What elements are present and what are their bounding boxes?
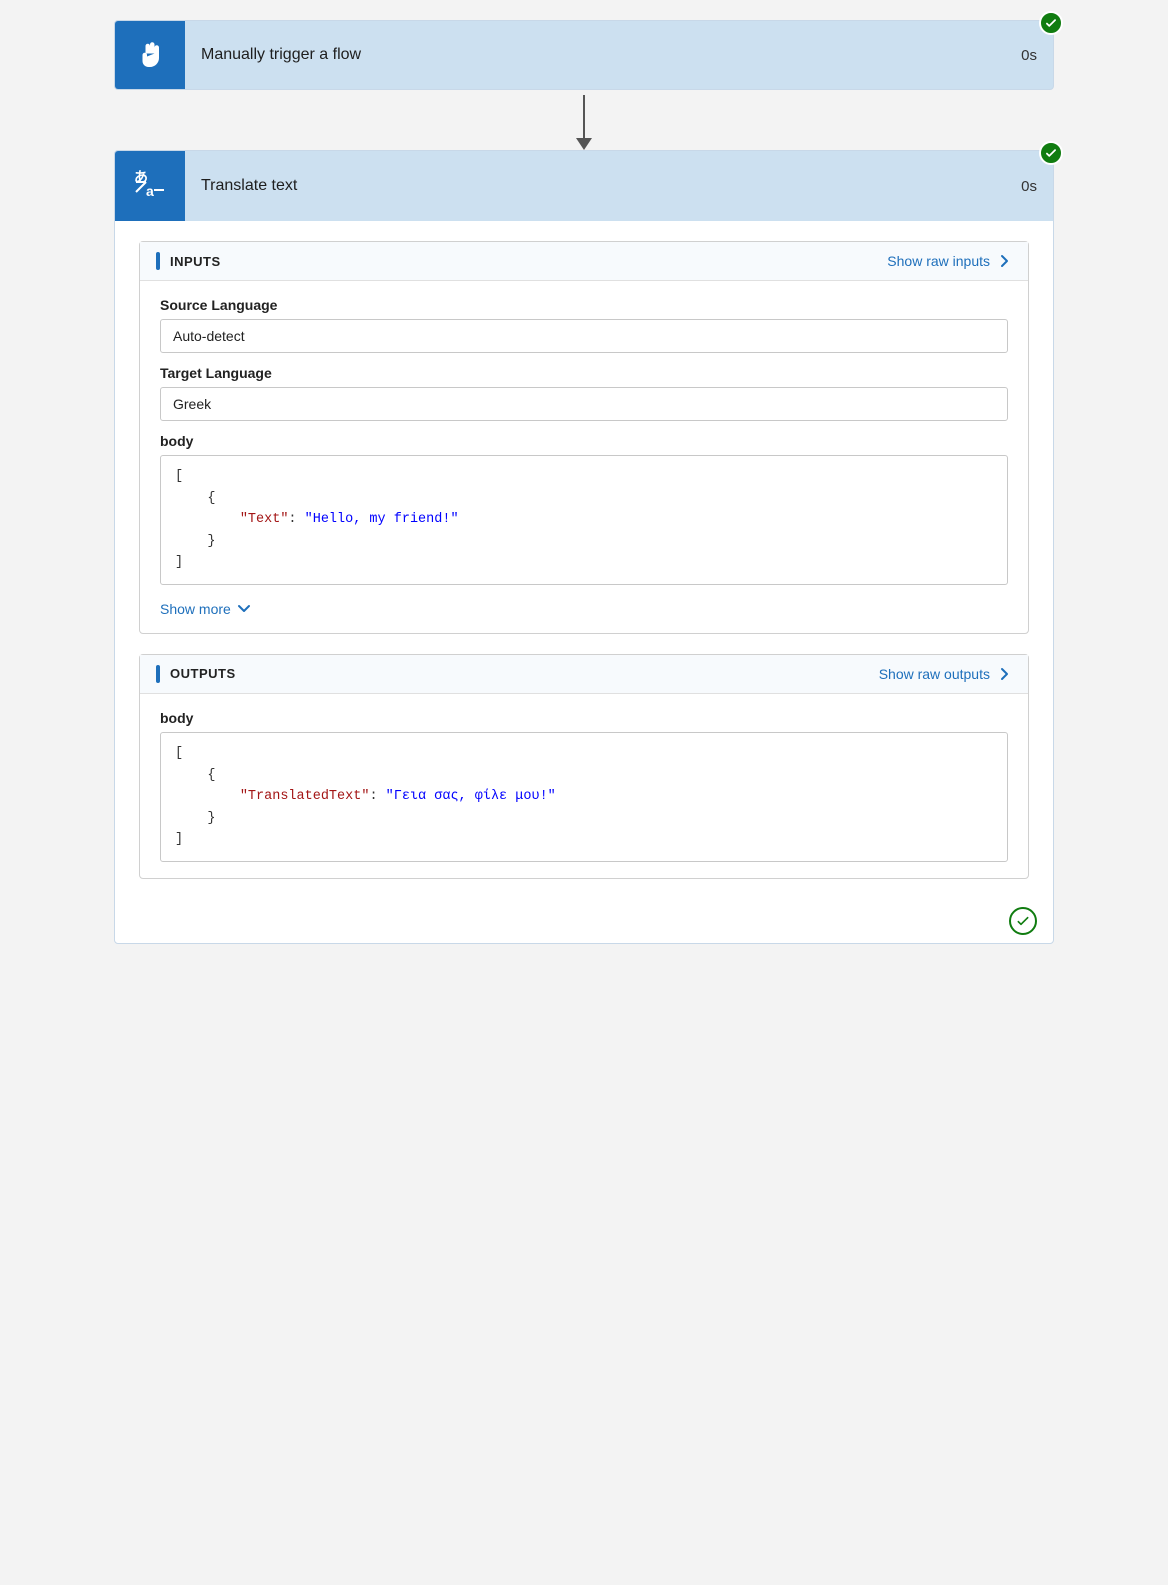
outputs-title-bar [156,665,160,683]
bottom-status [115,899,1053,943]
translate-icon: あ a [115,151,185,221]
connector-line [583,95,585,138]
svg-text:a: a [146,183,154,199]
source-language-value: Auto-detect [160,319,1008,353]
target-language-value: Greek [160,387,1008,421]
chevron-down-icon [237,602,251,616]
bottom-status-circle [1009,907,1037,935]
show-raw-inputs-button[interactable]: Show raw inputs [887,253,1012,269]
outputs-section-header: OUTPUTS Show raw outputs [140,655,1028,694]
inputs-body-code: [ { "Text": "Hello, my friend!" } ] [160,455,1008,585]
show-raw-outputs-button[interactable]: Show raw outputs [879,666,1012,682]
chevron-right-icon [996,253,1012,269]
trigger-title: Manually trigger a flow [185,21,1021,89]
body-label: body [160,433,1008,449]
code-close-bracket: ] [175,555,183,570]
source-language-label: Source Language [160,297,1008,313]
outputs-section-title: OUTPUTS [156,665,236,683]
bottom-check-icon [1015,913,1031,929]
hand-icon [132,37,168,73]
check-icon [1044,16,1058,30]
output-translated-value: "Γεια σας, φίλε μου!" [386,789,556,804]
inputs-section-content: Source Language Auto-detect Target Langu… [140,281,1028,633]
output-close-bracket: ] [175,832,183,847]
translate-block: あ a Translate text 0s [114,150,1054,944]
outputs-section: OUTPUTS Show raw outputs body [ { [139,654,1029,879]
output-close-brace: } [175,811,216,826]
translate-body: INPUTS Show raw inputs Source Language A… [115,221,1053,899]
show-more-label: Show more [160,601,231,617]
output-open-brace: { [175,768,216,783]
outputs-body-code: [ { "TranslatedText": "Γεια σας, φίλε μο… [160,732,1008,862]
trigger-icon [115,21,185,89]
code-open-bracket: [ [175,469,183,484]
inputs-section-title: INPUTS [156,252,221,270]
translate-status-badge [1039,141,1063,165]
code-open-brace: { [175,491,216,506]
show-raw-inputs-label: Show raw inputs [887,253,990,269]
trigger-block: Manually trigger a flow 0s [114,20,1054,90]
outputs-title-text: OUTPUTS [170,666,236,681]
translate-icon-symbol: あ a [130,164,170,208]
inputs-title-bar [156,252,160,270]
connector-arrow [576,138,592,150]
translate-title: Translate text [185,151,1021,221]
code-text-key: "Text" [240,512,289,527]
chevron-right-icon-outputs [996,666,1012,682]
outputs-section-content: body [ { "TranslatedText": "Γεια σας, φί… [140,694,1028,878]
output-translated-key: "TranslatedText" [240,789,370,804]
inputs-section-header: INPUTS Show raw inputs [140,242,1028,281]
show-raw-outputs-label: Show raw outputs [879,666,990,682]
inputs-title-text: INPUTS [170,254,221,269]
flow-connector [576,90,592,150]
show-more-button[interactable]: Show more [160,597,251,617]
output-body-label: body [160,710,1008,726]
inputs-section: INPUTS Show raw inputs Source Language A… [139,241,1029,634]
translate-header: あ a Translate text 0s [115,151,1053,221]
output-open-bracket: [ [175,746,183,761]
code-text-value: "Hello, my friend!" [305,512,459,527]
check-icon-2 [1044,146,1058,160]
trigger-status-badge [1039,11,1063,35]
target-language-label: Target Language [160,365,1008,381]
code-close-brace: } [175,534,216,549]
